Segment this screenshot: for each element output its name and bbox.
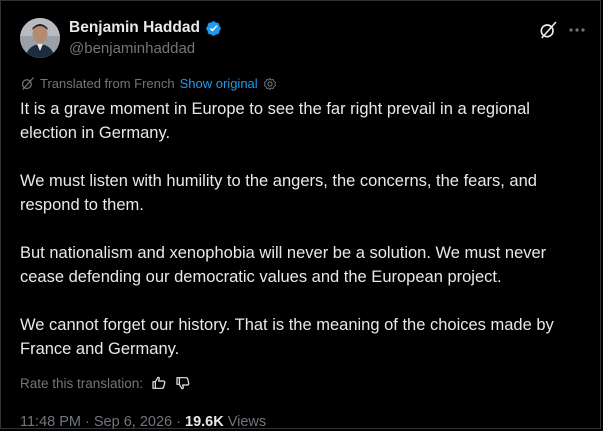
- post-time[interactable]: 11:48 PM: [20, 414, 81, 430]
- thumbs-down-icon[interactable]: [175, 375, 191, 391]
- post-date[interactable]: Sep 6, 2026: [94, 414, 172, 430]
- grok-icon[interactable]: [538, 20, 558, 40]
- views-label: Views: [227, 414, 267, 430]
- settings-icon[interactable]: [263, 77, 277, 91]
- verified-badge-icon: [206, 20, 221, 36]
- translate-icon: [21, 77, 34, 90]
- meta-separator: ·: [85, 414, 94, 430]
- rate-label: Rate this translation:: [20, 375, 144, 391]
- author-handle[interactable]: @benjaminhaddad: [69, 40, 195, 57]
- translation-bar: Translated from French Show original: [20, 76, 277, 91]
- author-name[interactable]: Benjamin Haddad: [69, 19, 200, 37]
- more-icon[interactable]: [568, 22, 586, 38]
- meta-separator: ·: [176, 414, 185, 430]
- post-meta: 11:48 PM · Sep 6, 2026 · 19.6K Views: [20, 414, 266, 430]
- avatar-photo: [20, 18, 60, 58]
- show-original-link[interactable]: Show original: [180, 76, 258, 91]
- post-paragraph: We cannot forget our history. That is th…: [20, 316, 554, 358]
- post-container: Benjamin Haddad @benjaminhaddad Translat…: [0, 0, 601, 430]
- views-count: 19.6K: [185, 414, 224, 430]
- avatar[interactable]: [20, 18, 60, 58]
- post-paragraph: It is a grave moment in Europe to see th…: [20, 100, 530, 142]
- post-body: It is a grave moment in Europe to see th…: [20, 97, 590, 385]
- translated-label: Translated from French: [40, 76, 175, 91]
- post-paragraph: We must listen with humility to the ange…: [20, 172, 537, 214]
- thumbs-up-icon[interactable]: [151, 375, 167, 391]
- post-paragraph: But nationalism and xenophobia will neve…: [20, 244, 547, 286]
- rate-translation: Rate this translation:: [20, 375, 191, 391]
